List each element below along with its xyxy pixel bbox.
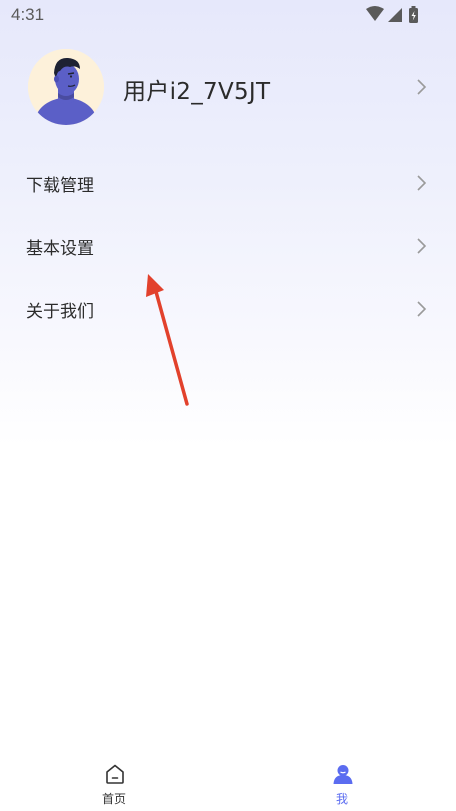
cellular-signal-icon bbox=[388, 8, 402, 22]
menu-item-label: 下载管理 bbox=[26, 176, 94, 196]
chevron-right-icon bbox=[417, 301, 427, 317]
tab-me[interactable]: 我 bbox=[302, 756, 382, 811]
wifi-icon bbox=[366, 6, 384, 21]
bottom-tab-bar: 首页 我 bbox=[0, 756, 456, 811]
tab-label: 首页 bbox=[101, 792, 126, 806]
battery-charging-icon bbox=[409, 6, 418, 23]
menu-item-label: 关于我们 bbox=[26, 302, 94, 322]
username: 用户i2_7V5JT bbox=[123, 79, 271, 105]
home-icon bbox=[106, 764, 124, 784]
profile-header[interactable]: 用户i2_7V5JT bbox=[0, 48, 456, 128]
status-time: 4:31 bbox=[11, 5, 45, 24]
chevron-right-icon bbox=[417, 175, 427, 191]
chevron-right-icon bbox=[417, 79, 427, 95]
tab-label: 我 bbox=[335, 792, 348, 806]
menu-item-basic-settings[interactable]: 基本设置 bbox=[0, 221, 456, 271]
tab-home[interactable]: 首页 bbox=[74, 756, 154, 811]
status-icons bbox=[364, 5, 424, 25]
menu-item-label: 基本设置 bbox=[26, 239, 94, 259]
avatar[interactable] bbox=[28, 49, 104, 125]
person-icon bbox=[333, 765, 353, 784]
status-bar: 4:31 bbox=[0, 0, 456, 30]
menu-item-about-us[interactable]: 关于我们 bbox=[0, 284, 456, 334]
chevron-right-icon bbox=[417, 238, 427, 254]
menu-item-download-management[interactable]: 下载管理 bbox=[0, 158, 456, 208]
